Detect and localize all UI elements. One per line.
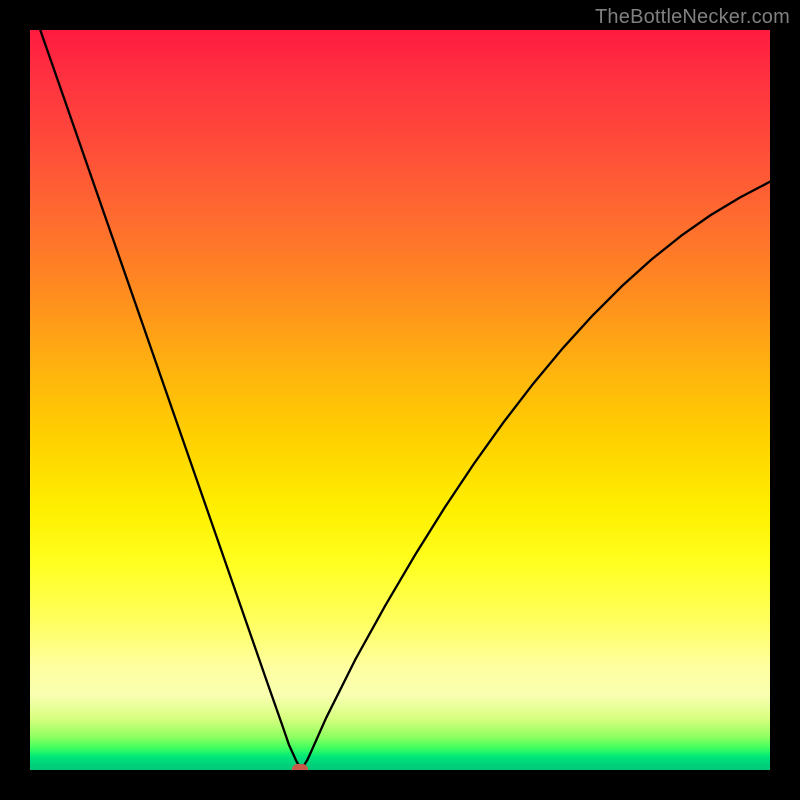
optimal-point-marker bbox=[292, 764, 308, 770]
bottleneck-curve bbox=[30, 30, 770, 770]
chart-container: TheBottleNecker.com bbox=[0, 0, 800, 800]
plot-area bbox=[30, 30, 770, 770]
watermark-text: TheBottleNecker.com bbox=[595, 6, 790, 29]
